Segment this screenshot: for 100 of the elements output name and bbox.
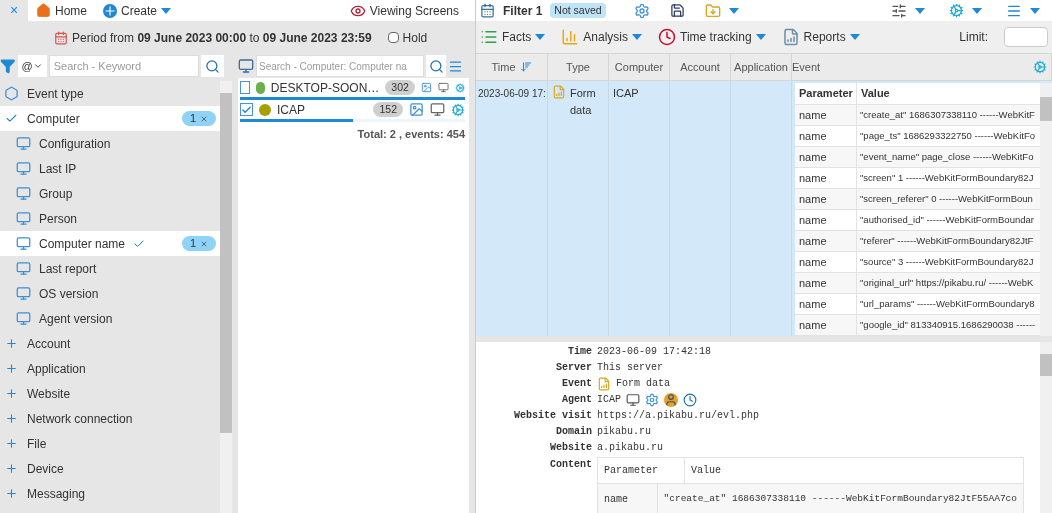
monitor-icon xyxy=(16,210,31,227)
table-cell: name xyxy=(795,273,857,293)
search-icon xyxy=(428,58,444,74)
detail-value: 2023-06-09 17:42:18 xyxy=(597,345,712,359)
sliders-icon[interactable] xyxy=(891,2,907,19)
column-header[interactable]: Time xyxy=(476,54,548,80)
monitor-icon xyxy=(16,235,31,252)
count-badge[interactable]: 1 xyxy=(181,111,216,126)
limit-label: Limit: xyxy=(959,29,988,46)
search-button[interactable] xyxy=(200,55,224,77)
table-cell: name xyxy=(795,105,857,125)
table-row[interactable] xyxy=(476,81,1052,336)
menu-icon[interactable] xyxy=(448,58,463,74)
detail-value: Form data xyxy=(616,377,670,391)
filter-item[interactable]: Website xyxy=(0,381,220,406)
period-text[interactable]: Period from 09 June 2023 00:00 to 09 June 2023 23:59 xyxy=(72,28,372,47)
table-cell: name xyxy=(795,147,857,167)
clock-icon xyxy=(658,28,677,46)
filter-item[interactable]: Configuration xyxy=(0,131,220,156)
filter-item[interactable]: Network connection xyxy=(0,406,220,431)
computer-row[interactable]: ICAP 152 xyxy=(240,100,465,119)
filter-tab[interactable]: Filter 1 Not saved xyxy=(480,0,650,21)
table-cell-text: "page_ts" 1686293322750 ------WebKitFo xyxy=(859,128,1036,143)
table-cell: name xyxy=(795,126,857,146)
event-count: 302 xyxy=(385,79,415,96)
filter-item[interactable]: Account xyxy=(0,331,220,356)
filter-item-label: Last report xyxy=(39,260,97,278)
settings-icon[interactable] xyxy=(645,392,659,407)
count-badge[interactable]: 1 xyxy=(181,236,216,251)
clock-icon[interactable] xyxy=(683,392,697,407)
table-cell-text: "url_params" ------WebKitFormBoundary8 xyxy=(859,296,1035,311)
filter-item[interactable]: OS version xyxy=(0,281,220,306)
filter-item[interactable]: Device xyxy=(0,456,220,481)
hold-checkbox[interactable]: Hold xyxy=(387,28,428,47)
table-cell: name xyxy=(598,484,658,513)
table-cell-text: "original_url" https://pikabu.ru/ ------WebK xyxy=(859,275,1034,290)
expand-icon xyxy=(5,362,18,375)
table-cell-text: Form data xyxy=(570,86,597,118)
filter-item[interactable]: Event type xyxy=(0,81,220,106)
check-icon xyxy=(5,112,18,125)
column-header[interactable]: Computer xyxy=(609,54,670,80)
hexagon-icon xyxy=(4,86,19,101)
expand-icon xyxy=(5,437,18,450)
computer-name: ICAP xyxy=(277,101,305,119)
filter-item[interactable]: Computer name 1 xyxy=(0,231,220,256)
screenshot-icon[interactable] xyxy=(420,80,432,95)
column-header[interactable]: Account xyxy=(670,54,731,80)
user-icon[interactable] xyxy=(664,392,678,407)
table-cell: name xyxy=(795,294,857,314)
column-header[interactable]: Event xyxy=(792,54,1052,80)
filter-item[interactable]: File xyxy=(0,431,220,456)
filter-item[interactable]: Messaging xyxy=(0,481,220,506)
detail-label: Event xyxy=(561,377,592,391)
save-icon[interactable] xyxy=(670,3,685,18)
column-header[interactable]: Type xyxy=(548,54,609,80)
scrollbar[interactable] xyxy=(1040,83,1052,336)
scrollbar[interactable] xyxy=(220,81,232,513)
mode-select[interactable]: @ xyxy=(17,55,47,77)
monitor-icon[interactable] xyxy=(430,102,445,117)
calendar-icon xyxy=(54,30,68,45)
checkbox[interactable] xyxy=(240,103,253,116)
screenshot-icon[interactable] xyxy=(409,102,424,117)
detail-label: Website xyxy=(549,441,592,455)
toolbar-menu[interactable]: Time tracking xyxy=(658,28,766,46)
table-cell-text: "authorised_id" ------WebKitFormBoundar xyxy=(859,212,1034,227)
folder-icon[interactable] xyxy=(705,2,721,19)
keyword-search-field[interactable]: Search - Keyword xyxy=(48,55,199,77)
checkbox[interactable] xyxy=(240,81,251,94)
filter-item[interactable]: Application xyxy=(0,356,220,381)
viewing-screens-link[interactable]: Viewing Screens xyxy=(349,1,459,20)
search-button[interactable] xyxy=(426,55,446,77)
event-count: 152 xyxy=(373,101,403,118)
monitor-icon[interactable] xyxy=(626,392,640,407)
create-menu[interactable]: Create xyxy=(103,1,172,20)
computer-search-field[interactable]: Search - Computer: Computer na xyxy=(256,55,424,77)
table-cell: name xyxy=(795,210,857,230)
filter-item-label: Person xyxy=(39,210,78,228)
filter-item[interactable]: Person xyxy=(0,206,220,231)
filter-item-label: Device xyxy=(27,460,64,478)
filter-item[interactable]: Last IP xyxy=(0,156,220,181)
column-header[interactable]: Application xyxy=(731,54,792,80)
filter-item[interactable]: Computer 1 xyxy=(0,106,220,131)
toolbar-menu[interactable]: Analysis xyxy=(561,28,643,46)
filter-item[interactable]: Last report xyxy=(0,256,220,281)
settings-icon[interactable] xyxy=(634,2,650,19)
toolbar-menu[interactable]: Facts xyxy=(480,28,546,46)
form-icon xyxy=(597,376,611,391)
filter-item[interactable]: Group xyxy=(0,181,220,206)
table-cell: name xyxy=(795,231,857,251)
expand-icon xyxy=(5,462,18,475)
monitor-icon[interactable] xyxy=(437,80,449,95)
filter-item[interactable]: Agent version xyxy=(0,306,220,331)
computer-row[interactable]: DESKTOP-SOON… 302 xyxy=(240,78,465,97)
home-link[interactable]: Home xyxy=(36,1,87,20)
limit-field[interactable] xyxy=(1004,27,1048,47)
toolbar-menu[interactable]: Reports xyxy=(781,28,860,46)
expand-icon xyxy=(5,487,18,500)
caret-icon xyxy=(729,7,739,14)
table-cell-text: "screen_referer" 0 ------WebKitFormBoun xyxy=(859,191,1033,206)
scrollbar[interactable] xyxy=(1040,342,1052,513)
